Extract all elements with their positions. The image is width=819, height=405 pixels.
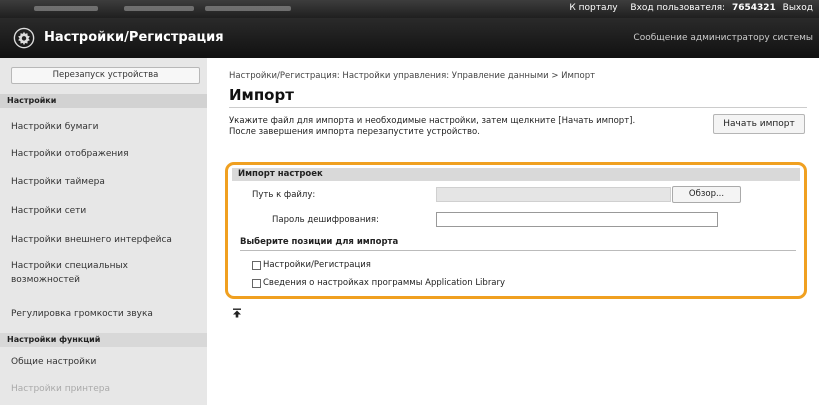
top-links: К порталу Вход пользователя: 7654321 Вых… [559, 3, 813, 13]
sidebar-item-accessibility[interactable]: Настройки специальных возможностей [11, 259, 131, 287]
user-id: 7654321 [731, 3, 776, 13]
page-title: Импорт [229, 86, 294, 104]
checkbox-settings-registration[interactable]: Настройки/Регистрация [252, 260, 371, 270]
sidebar-item-interface[interactable]: Настройки внешнего интерфейса [11, 233, 201, 247]
sidebar-item-timer[interactable]: Настройки таймера [11, 175, 201, 189]
admin-message-link[interactable]: Сообщение администратору системы [633, 33, 813, 43]
logout-link[interactable]: Выход [783, 3, 813, 13]
instruction-line-1: Укажите файл для импорта и необходимые н… [229, 116, 636, 126]
browse-button[interactable]: Обзор... [672, 186, 741, 203]
checkbox[interactable] [252, 278, 261, 288]
checkbox[interactable] [252, 260, 261, 270]
sidebar: Перезапуск устройства Настройки Настройк… [0, 58, 207, 405]
sidebar-item-network[interactable]: Настройки сети [11, 204, 201, 218]
blurred-text [34, 6, 98, 11]
instructions: Укажите файл для импорта и необходимые н… [229, 116, 669, 138]
title-bar: Настройки/Регистрация Сообщение админист… [0, 18, 819, 58]
breadcrumb: Настройки/Регистрация: Настройки управле… [229, 71, 596, 81]
sidebar-section-functions: Настройки функций [0, 333, 207, 347]
app-title: Настройки/Регистрация [44, 30, 224, 45]
restart-device-button[interactable]: Перезапуск устройства [11, 67, 200, 84]
divider [240, 250, 796, 251]
login-label: Вход пользователя: [630, 3, 726, 13]
blurred-text [124, 6, 194, 11]
sidebar-item-paper[interactable]: Настройки бумаги [11, 120, 201, 134]
password-label: Пароль дешифрования: [272, 215, 379, 225]
portal-link[interactable]: К порталу [569, 3, 617, 13]
sidebar-item-printer[interactable]: Настройки принтера [11, 382, 201, 396]
sidebar-item-volume[interactable]: Регулировка громкости звука [11, 307, 201, 321]
instruction-line-2: После завершения импорта перезапустите у… [229, 127, 480, 137]
decryption-password-input[interactable] [436, 212, 718, 227]
file-path-label: Путь к файлу: [252, 190, 316, 200]
file-path-field [436, 187, 671, 202]
panel-title: Импорт настроек [232, 168, 800, 181]
sidebar-item-display[interactable]: Настройки отображения [11, 147, 201, 161]
checkbox-application-library[interactable]: Сведения о настройках программы Applicat… [252, 278, 505, 288]
checkbox-label: Сведения о настройках программы Applicat… [263, 278, 506, 288]
top-bar: К порталу Вход пользователя: 7654321 Вых… [0, 0, 819, 18]
checkbox-label: Настройки/Регистрация [263, 260, 371, 270]
blurred-text [205, 6, 291, 11]
start-import-button[interactable]: Начать импорт [713, 114, 805, 134]
select-items-title: Выберите позиции для импорта [240, 237, 399, 247]
sidebar-item-common[interactable]: Общие настройки [11, 355, 201, 369]
gear-icon [13, 27, 35, 49]
divider [229, 107, 807, 108]
sidebar-section-settings: Настройки [0, 94, 207, 108]
arrow-to-top-icon[interactable] [232, 308, 242, 318]
import-settings-panel: Импорт настроек Путь к файлу: Обзор... П… [232, 168, 800, 293]
